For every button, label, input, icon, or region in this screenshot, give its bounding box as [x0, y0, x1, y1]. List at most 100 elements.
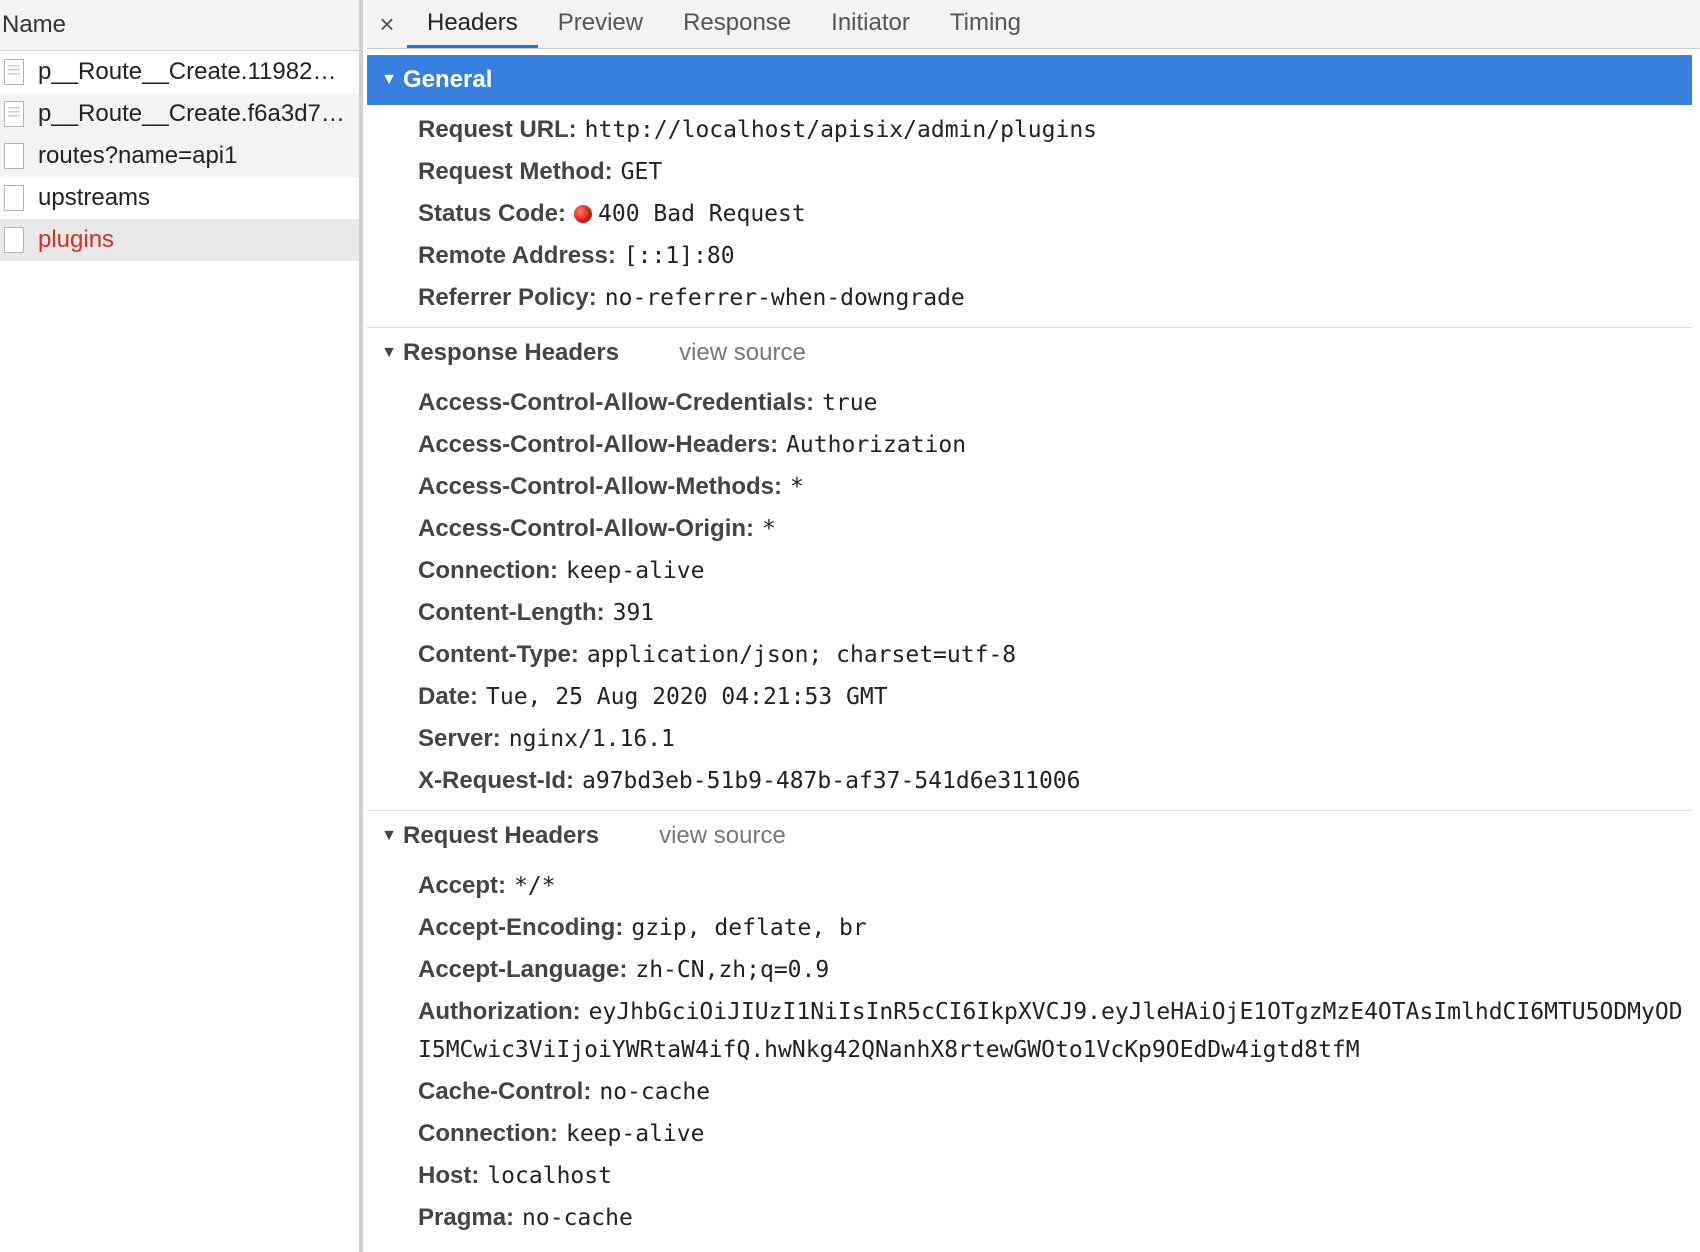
request-name: plugins [38, 226, 115, 253]
header-key: Access-Control-Allow-Methods: [418, 473, 783, 500]
name-column-header[interactable]: Name [0, 0, 359, 51]
request-row[interactable]: p__Route__Create.f6a3d7b… [0, 93, 359, 135]
header-value: GET [620, 159, 663, 185]
header-row: Request URL: http://localhost/apisix/admi… [367, 109, 1692, 151]
header-key: Content-Length: [418, 599, 605, 626]
header-key: Host: [418, 1162, 480, 1189]
header-row: Cache-Control: no-cache [367, 1071, 1692, 1113]
tab-response[interactable]: Response [663, 0, 811, 48]
header-row: Referrer Policy: no-referrer-when-downgra… [367, 277, 1692, 319]
request-list-pane: Name p__Route__Create.119824… p__Route__… [0, 0, 363, 1252]
header-row: Connection: keep-alive [367, 550, 1692, 592]
header-key: Access-Control-Allow-Headers: [418, 431, 779, 458]
request-details-pane: × Headers Preview Response Initiator Tim… [367, 0, 1700, 1252]
header-key: Request URL: [418, 116, 577, 143]
header-row: Accept-Language: zh-CN,zh;q=0.9 [367, 949, 1692, 991]
header-value: nginx/1.16.1 [508, 726, 675, 752]
request-headers-section-header[interactable]: ▼ Request Headers view source [367, 811, 1692, 861]
tab-preview[interactable]: Preview [538, 0, 663, 48]
header-value: eyJhbGciOiJIUzI1NiIsInR5cCI6IkpXVCJ9.eyJ… [418, 999, 1683, 1063]
name-column-label: Name [2, 11, 67, 38]
triangle-down-icon: ▼ [381, 344, 397, 361]
header-key: Accept-Language: [418, 956, 628, 983]
header-value: Authorization [786, 432, 967, 458]
request-row-selected[interactable]: plugins [0, 219, 359, 261]
response-headers-section-header[interactable]: ▼ Response Headers view source [367, 328, 1692, 378]
header-row: Access-Control-Allow-Headers: Authorizati… [367, 424, 1692, 466]
blank-file-icon [4, 227, 24, 253]
header-key: Connection: [418, 557, 558, 584]
header-value: a97bd3eb-51b9-487b-af37-541d6e311006 [582, 768, 1081, 794]
header-value: 391 [612, 600, 655, 626]
header-row: Pragma: no-cache [367, 1197, 1692, 1239]
section-title: General [403, 66, 493, 93]
header-row: Date: Tue, 25 Aug 2020 04:21:53 GMT [367, 676, 1692, 718]
header-value: * [790, 474, 804, 500]
request-row[interactable]: p__Route__Create.119824… [0, 51, 359, 93]
header-key: Status Code: [418, 200, 567, 227]
header-value: 400 Bad Request [598, 201, 806, 227]
header-key: Access-Control-Allow-Origin: [418, 515, 755, 542]
header-row: Authorization: eyJhbGciOiJIUzI1NiIsInR5cC… [367, 991, 1692, 1071]
header-value: application/json; charset=utf-8 [586, 642, 1017, 668]
header-row: Host: localhost [367, 1155, 1692, 1197]
headers-content: ▼ General Request URL: http://localhost/a… [367, 49, 1692, 1247]
request-name: routes?name=api1 [38, 142, 238, 169]
header-key: Accept: [418, 872, 507, 899]
blank-file-icon [4, 143, 24, 169]
close-icon[interactable]: × [367, 0, 407, 48]
header-row: Accept-Encoding: gzip, deflate, br [367, 907, 1692, 949]
blank-file-icon [4, 185, 24, 211]
view-source-link[interactable]: view source [659, 822, 786, 850]
header-value: Tue, 25 Aug 2020 04:21:53 GMT [486, 684, 888, 710]
header-key: Referrer Policy: [418, 284, 597, 311]
header-key: Cache-Control: [418, 1078, 592, 1105]
header-value: localhost [487, 1163, 612, 1189]
header-value: zh-CN,zh;q=0.9 [635, 957, 830, 983]
header-value: no-cache [599, 1079, 711, 1105]
header-row: Access-Control-Allow-Methods: * [367, 466, 1692, 508]
header-key: Access-Control-Allow-Credentials: [418, 389, 815, 416]
header-row: Content-Length: 391 [367, 592, 1692, 634]
section-title: Request Headers [403, 822, 600, 849]
header-row: Content-Type: application/json; charset=u… [367, 634, 1692, 676]
request-row[interactable]: routes?name=api1 [0, 135, 359, 177]
header-value: no-cache [522, 1205, 633, 1231]
header-value: * [762, 516, 776, 542]
header-value: */* [514, 873, 556, 899]
tab-headers[interactable]: Headers [407, 0, 538, 48]
header-key: Date: [418, 683, 479, 710]
header-row: Remote Address: [::1]:80 [367, 235, 1692, 277]
request-name: p__Route__Create.119824… [38, 58, 348, 85]
header-row: Server: nginx/1.16.1 [367, 718, 1692, 760]
header-row: Connection: keep-alive [367, 1113, 1692, 1155]
status-error-dot-icon [574, 205, 593, 223]
header-row: Request Method: GET [367, 151, 1692, 193]
request-row[interactable]: upstreams [0, 177, 359, 219]
header-key: Request Method: [418, 158, 613, 185]
header-value: no-referrer-when-downgrade [604, 285, 965, 311]
header-key: Accept-Encoding: [418, 914, 624, 941]
section-title: Response Headers [403, 339, 620, 366]
general-section-body: Request URL: http://localhost/apisix/admi… [367, 105, 1692, 327]
header-value: http://localhost/apisix/admin/plugins [584, 117, 1098, 143]
request-name: p__Route__Create.f6a3d7b… [38, 100, 348, 127]
tab-initiator[interactable]: Initiator [811, 0, 930, 48]
header-value: keep-alive [565, 1121, 705, 1147]
document-icon [4, 59, 24, 85]
view-source-link[interactable]: view source [679, 339, 806, 367]
header-row: Status Code: 400 Bad Request [367, 193, 1692, 235]
response-headers-body: Access-Control-Allow-Credentials: true Ac… [367, 378, 1692, 810]
header-value: [::1]:80 [623, 243, 735, 269]
tab-timing[interactable]: Timing [930, 0, 1041, 48]
header-key: Content-Type: [418, 641, 579, 668]
header-key: Remote Address: [418, 242, 616, 269]
header-value: true [822, 390, 878, 416]
header-row: Accept: */* [367, 865, 1692, 907]
header-value: gzip, deflate, br [631, 915, 867, 941]
header-value: keep-alive [565, 558, 705, 584]
request-headers-body: Accept: */* Accept-Encoding: gzip, deflate… [367, 861, 1692, 1247]
header-row: X-Request-Id: a97bd3eb-51b9-487b-af37-541… [367, 760, 1692, 802]
general-section-header[interactable]: ▼ General [367, 55, 1692, 105]
document-icon [4, 101, 24, 127]
